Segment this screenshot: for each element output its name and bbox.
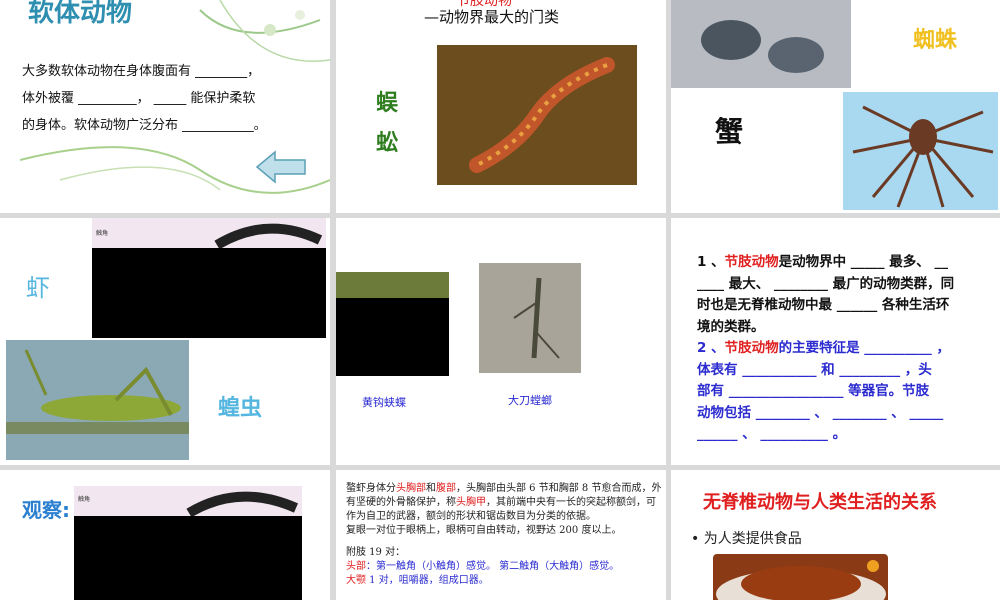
diagram-caption: 触角: [78, 496, 91, 503]
q-text: 部有 _________________ 等器官。节肢: [697, 383, 930, 399]
highlight: 头部: [346, 561, 366, 572]
left-arrow-icon[interactable]: [255, 150, 307, 184]
question-1: 1 、节肢动物是动物界中 _____ 最多、 __ ____ 最大、 _____…: [697, 252, 987, 338]
para-line: 的身体。软体动物广泛分布 ___________。: [22, 118, 267, 133]
spider-icon: [852, 105, 994, 208]
highlight: 头胸甲: [456, 497, 486, 508]
slide-arthropod-centipede[interactable]: 节肢动物 —动物界最大的门类 蜈 蚣: [336, 0, 666, 213]
paragraph-4: 头部：第一触角（小触角）感觉。 第二触角（大触角）感觉。: [346, 560, 664, 574]
para-line: 大多数软体动物在身体腹面有 ________，: [22, 64, 261, 79]
q-term: 节肢动物: [724, 340, 779, 356]
slide-title: 软体动物: [28, 0, 133, 28]
food-photo: [713, 554, 888, 600]
locust-photo: [6, 340, 189, 460]
slide-crab-spider[interactable]: 蜘蛛 蟹: [671, 0, 1000, 213]
text: 和: [426, 483, 436, 494]
crab-label: 蟹: [715, 115, 744, 148]
highlight: 大颚: [346, 575, 366, 586]
paragraph-1: 螯虾身体分头胸部和腹部，头胸部由头部 6 节和胸部 8 节愈合而成，外有坚硬的外…: [346, 482, 664, 524]
text: 1 对，咀嚼器，组成口器。: [366, 575, 489, 586]
centipede-label: 蜈 蚣: [376, 88, 398, 160]
question-2: 2 、节肢动物的主要特征是 __________ ， 体表有 _________…: [697, 338, 987, 446]
mantis-icon: [513, 277, 560, 359]
shrimp-icon: [186, 491, 299, 516]
crab-icon: [701, 20, 824, 73]
crab-photo: [671, 0, 851, 88]
shrimp-diagram-strip: 触角: [74, 486, 302, 516]
q-number: 1 、: [697, 254, 725, 270]
q-text: 境的类群。: [697, 318, 765, 335]
slide-mollusk[interactable]: 软体动物 大多数软体动物在身体腹面有 ________， 体外被覆 ______…: [0, 0, 330, 213]
text: 螯虾身体分: [346, 483, 396, 494]
shrimp-icon: [214, 223, 322, 248]
q-text: 时也是无脊椎动物中最 ______ 各种生活环: [697, 297, 950, 313]
label-char: 蚣: [376, 131, 399, 156]
slide-subtitle: —动物界最大的门类: [424, 8, 560, 26]
locust-icon: [6, 349, 189, 434]
fill-in-paragraph: 大多数软体动物在身体腹面有 ________， 体外被覆 _________， …: [22, 58, 312, 139]
paragraph-2: 复眼一对位于眼柄上，眼柄可自由转动，视野达 200 度以上。: [346, 525, 622, 536]
butterfly-caption: 黄钩蛱蝶: [362, 396, 406, 409]
q-text: 是动物界中 _____ 最多、 __: [778, 254, 948, 270]
highlight: 头胸部: [396, 483, 426, 494]
mantis-caption: 大刀螳螂: [508, 394, 552, 407]
q-text: ____ 最大、 ________ 最广的动物类群，同: [697, 275, 955, 292]
q-text: 动物包括 ________ 、 ________ 、 _____: [697, 404, 944, 421]
paragraph-5: 大颚 1 对，咀嚼器，组成口器。: [346, 574, 664, 588]
redacted-image: [336, 298, 449, 376]
fried-insects-icon: [716, 560, 886, 600]
question-block: 1 、节肢动物是动物界中 _____ 最多、 __ ____ 最大、 _____…: [697, 252, 987, 446]
q-text: 的主要特征是 __________ ，: [778, 340, 950, 356]
q-text: 体表有 ___________ 和 _________ ，头: [697, 361, 932, 378]
butterfly-photo-strip: [336, 272, 449, 298]
locust-label: 蝗虫: [218, 396, 263, 421]
spider-label: 蜘蛛: [913, 28, 958, 53]
para-line: 体外被覆 _________， _____ 能保护柔软: [22, 91, 256, 106]
spider-photo: [843, 92, 998, 210]
observe-label: 观察:: [22, 498, 70, 522]
redacted-image: [92, 248, 326, 338]
label-char: 蜈: [376, 91, 399, 116]
crayfish-description: 螯虾身体分头胸部和腹部，头胸部由头部 6 节和胸部 8 节愈合而成，外有坚硬的外…: [346, 482, 664, 588]
redacted-image: [74, 516, 302, 600]
bullet-item: • 为人类提供食品: [691, 531, 802, 547]
diagram-caption: 触角: [96, 230, 109, 237]
q-term: 节肢动物: [724, 254, 779, 270]
slide-butterfly-mantis[interactable]: 黄钩蛱蝶 大刀螳螂: [336, 218, 666, 465]
slide-arthropod-questions[interactable]: 1 、节肢动物是动物界中 _____ 最多、 __ ____ 最大、 _____…: [671, 218, 1000, 465]
text: ：第一触角（小触角）感觉。 第二触角（大触角）感觉。: [366, 561, 620, 572]
shrimp-label: 虾: [26, 274, 50, 302]
q-number: 2 、: [697, 340, 725, 356]
slide-observe[interactable]: 观察: 触角: [0, 470, 330, 600]
mantis-photo: [479, 263, 581, 373]
slide-crayfish-text[interactable]: 螯虾身体分头胸部和腹部，头胸部由头部 6 节和胸部 8 节愈合而成，外有坚硬的外…: [336, 470, 666, 600]
slide-shrimp-locust[interactable]: 虾 触角 蝗虫: [0, 218, 330, 465]
paragraph-3: 附肢 19 对：: [346, 547, 406, 558]
highlight: 腹部: [436, 483, 456, 494]
centipede-icon: [469, 57, 615, 173]
slide-title: 无脊椎动物与人类生活的关系: [703, 492, 937, 513]
shrimp-diagram-strip: 触角: [92, 218, 326, 248]
q-text: ______ 、 __________ 。: [697, 426, 847, 442]
centipede-photo: [437, 45, 637, 185]
slide-invertebrates-humans[interactable]: 无脊椎动物与人类生活的关系 • 为人类提供食品: [671, 470, 1000, 600]
